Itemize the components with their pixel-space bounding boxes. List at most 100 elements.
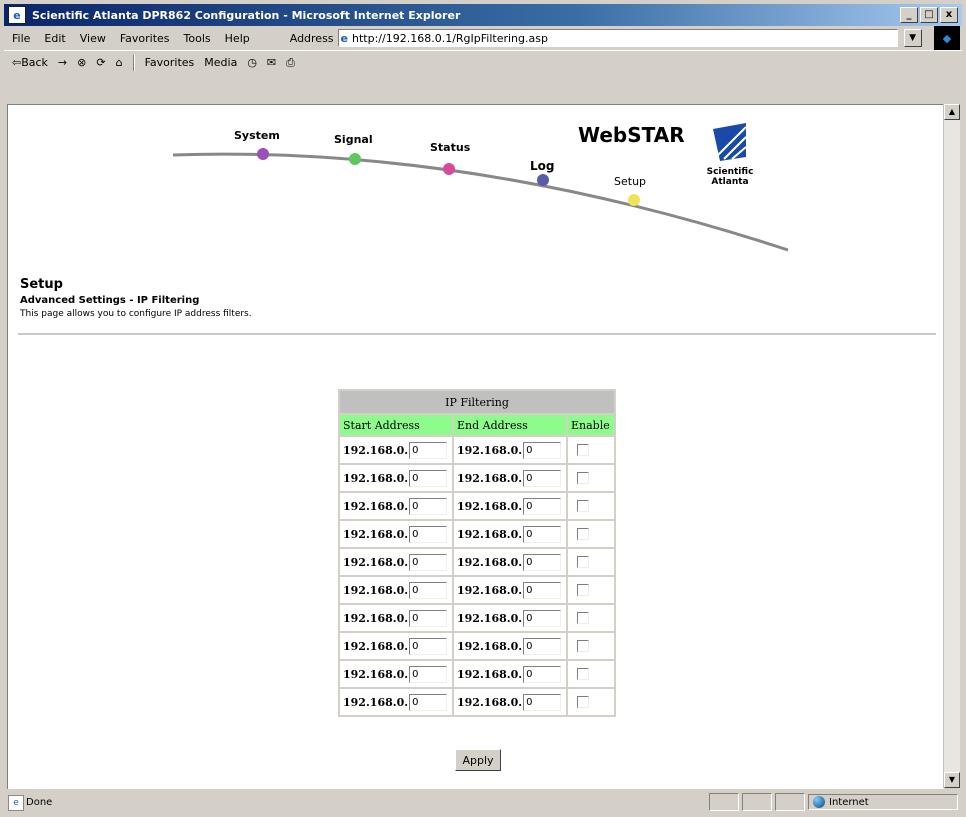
start-octet-input[interactable] [409, 441, 448, 459]
enable-cell [568, 577, 614, 603]
start-octet-input[interactable] [409, 609, 448, 627]
table-row: 192.168.0. 192.168.0. [340, 605, 614, 631]
start-address-cell: 192.168.0. [340, 689, 452, 715]
end-prefix: 192.168.0. [457, 639, 523, 653]
enable-cell [568, 465, 614, 491]
end-octet-input[interactable] [523, 553, 562, 571]
close-button[interactable]: x [940, 7, 958, 23]
internet-zone-icon [813, 796, 825, 808]
end-octet-input[interactable] [523, 665, 562, 683]
start-octet-input[interactable] [409, 693, 448, 711]
divider [18, 333, 936, 335]
start-address-cell: 192.168.0. [340, 437, 452, 463]
enable-checkbox[interactable] [577, 612, 589, 624]
start-address-cell: 192.168.0. [340, 465, 452, 491]
mail-icon[interactable]: ✉ [267, 56, 276, 69]
history-icon[interactable]: ◷ [247, 56, 257, 69]
vertical-scrollbar[interactable]: ▲ ▼ [943, 104, 960, 788]
table-row: 192.168.0. 192.168.0. [340, 437, 614, 463]
back-button[interactable]: ⇦Back [12, 56, 48, 69]
end-octet-input[interactable] [523, 525, 562, 543]
enable-checkbox[interactable] [577, 668, 589, 680]
end-prefix: 192.168.0. [457, 555, 523, 569]
table-row: 192.168.0. 192.168.0. [340, 661, 614, 687]
end-address-cell: 192.168.0. [454, 689, 566, 715]
menu-file[interactable]: File [12, 32, 30, 45]
nav-log-label[interactable]: Log [530, 159, 554, 173]
ie-icon: e [8, 6, 26, 24]
end-address-cell: 192.168.0. [454, 661, 566, 687]
end-octet-input[interactable] [523, 581, 562, 599]
table-caption: IP Filtering [340, 391, 614, 413]
menu-favorites[interactable]: Favorites [120, 32, 170, 45]
apply-button[interactable]: Apply [455, 749, 501, 771]
enable-cell [568, 493, 614, 519]
start-octet-input[interactable] [409, 469, 448, 487]
favorites-button[interactable]: Favorites [145, 56, 195, 69]
menu-view[interactable]: View [80, 32, 106, 45]
start-prefix: 192.168.0. [343, 555, 409, 569]
refresh-icon[interactable]: ⟳ [96, 56, 105, 69]
end-octet-input[interactable] [523, 609, 562, 627]
nav-system-label[interactable]: System [234, 129, 280, 142]
zone-label: Internet [829, 796, 869, 808]
nav-signal-label[interactable]: Signal [334, 133, 373, 146]
minimize-button[interactable]: _ [900, 7, 918, 23]
scroll-up-icon[interactable]: ▲ [944, 104, 960, 120]
home-icon[interactable]: ⌂ [116, 56, 123, 69]
address-bar[interactable]: e http://192.168.0.1/RgIpFiltering.asp [337, 29, 898, 47]
enable-checkbox[interactable] [577, 444, 589, 456]
header-nav-art [172, 123, 789, 252]
scroll-down-icon[interactable]: ▼ [944, 772, 960, 788]
end-address-cell: 192.168.0. [454, 521, 566, 547]
enable-checkbox[interactable] [577, 696, 589, 708]
end-octet-input[interactable] [523, 441, 562, 459]
end-octet-input[interactable] [523, 693, 562, 711]
start-octet-input[interactable] [409, 497, 448, 515]
end-prefix: 192.168.0. [457, 695, 523, 709]
end-octet-input[interactable] [523, 637, 562, 655]
start-octet-input[interactable] [409, 581, 448, 599]
menu-tools[interactable]: Tools [184, 32, 211, 45]
menu-help[interactable]: Help [225, 32, 250, 45]
start-octet-input[interactable] [409, 665, 448, 683]
start-octet-input[interactable] [409, 525, 448, 543]
menu-edit[interactable]: Edit [44, 32, 65, 45]
end-octet-input[interactable] [523, 469, 562, 487]
stop-icon[interactable]: ⊗ [77, 56, 86, 69]
enable-checkbox[interactable] [577, 584, 589, 596]
browser-window: e Scientific Atlanta DPR862 Configuratio… [0, 0, 966, 817]
setup-dot[interactable] [628, 194, 640, 206]
enable-checkbox[interactable] [577, 556, 589, 568]
end-octet-input[interactable] [523, 497, 562, 515]
enable-checkbox[interactable] [577, 640, 589, 652]
enable-checkbox[interactable] [577, 528, 589, 540]
media-button[interactable]: Media [204, 56, 237, 69]
page-title: Setup [20, 277, 63, 292]
start-prefix: 192.168.0. [343, 583, 409, 597]
start-octet-input[interactable] [409, 553, 448, 571]
log-dot[interactable] [537, 174, 549, 186]
system-dot[interactable] [257, 148, 269, 160]
start-address-cell: 192.168.0. [340, 549, 452, 575]
start-address-cell: 192.168.0. [340, 577, 452, 603]
forward-button[interactable]: → [58, 56, 67, 69]
nav-setup-label[interactable]: Setup [614, 175, 646, 188]
enable-checkbox[interactable] [577, 500, 589, 512]
table-row: 192.168.0. 192.168.0. [340, 577, 614, 603]
done-page-icon: e [8, 794, 24, 811]
table-row: 192.168.0. 192.168.0. [340, 465, 614, 491]
print-icon[interactable]: ⎙ [286, 56, 295, 70]
end-address-cell: 192.168.0. [454, 437, 566, 463]
status-bar: e Done Internet [4, 791, 962, 813]
status-dot[interactable] [443, 163, 455, 175]
signal-dot[interactable] [349, 153, 361, 165]
start-octet-input[interactable] [409, 637, 448, 655]
enable-cell [568, 549, 614, 575]
maximize-button[interactable]: □ [920, 7, 938, 23]
enable-checkbox[interactable] [577, 472, 589, 484]
end-prefix: 192.168.0. [457, 611, 523, 625]
end-address-cell: 192.168.0. [454, 577, 566, 603]
nav-status-label[interactable]: Status [430, 141, 470, 154]
address-dropdown-button[interactable]: ▼ [903, 29, 922, 47]
